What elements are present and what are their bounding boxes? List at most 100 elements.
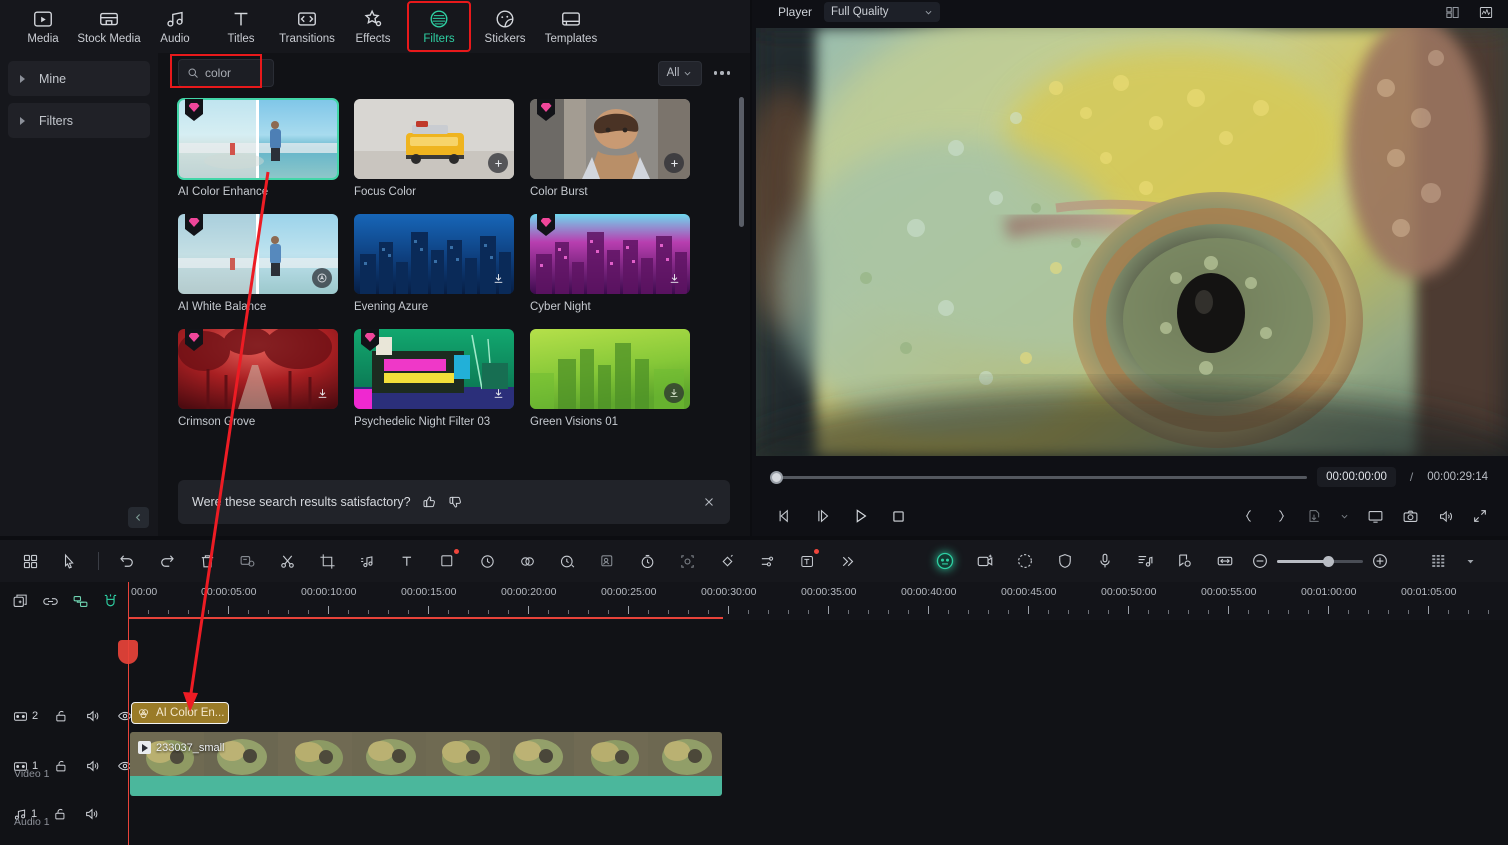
- apps-grid-icon[interactable]: [10, 544, 50, 578]
- crop-icon[interactable]: [307, 544, 347, 578]
- mute-icon[interactable]: [85, 708, 101, 724]
- sidebar-item-mine[interactable]: Mine: [8, 61, 150, 96]
- shield-icon[interactable]: [1045, 544, 1085, 578]
- nav-item-stickers[interactable]: Stickers: [474, 2, 536, 51]
- quality-dropdown[interactable]: Full Quality: [824, 2, 941, 22]
- lock-icon[interactable]: [54, 759, 69, 774]
- play-icon[interactable]: [852, 507, 870, 525]
- filter-type-dropdown[interactable]: All: [657, 60, 702, 86]
- snapshot-icon[interactable]: [1402, 508, 1419, 525]
- sidebar-item-filters[interactable]: Filters: [8, 103, 150, 138]
- record-icon[interactable]: [1005, 544, 1045, 578]
- mute-icon[interactable]: [84, 806, 100, 822]
- split-view-icon[interactable]: [227, 544, 267, 578]
- timeline-clip-video[interactable]: 233037_small: [130, 732, 722, 796]
- ai-tools-icon[interactable]: [547, 544, 587, 578]
- ai-text-icon[interactable]: [787, 544, 827, 578]
- zoom-slider-track[interactable]: [1277, 555, 1363, 567]
- download-filter-button[interactable]: [664, 383, 684, 403]
- group-icon[interactable]: [72, 593, 89, 610]
- seek-bar[interactable]: [770, 470, 1308, 484]
- stopwatch-icon[interactable]: [627, 544, 667, 578]
- mark-in-icon[interactable]: [1242, 507, 1256, 525]
- next-frame-icon[interactable]: [814, 507, 832, 525]
- filter-card-psychedelic-night-filter-03[interactable]: Psychedelic Night Filter 03: [354, 329, 514, 428]
- magnet-icon[interactable]: [102, 593, 119, 610]
- export-frame-icon[interactable]: [1306, 508, 1322, 524]
- mic-icon[interactable]: [1085, 544, 1125, 578]
- nav-item-media[interactable]: Media: [12, 2, 74, 51]
- filter-card-ai-color-enhance[interactable]: AI Color Enhance: [177, 98, 339, 198]
- speed-icon[interactable]: [467, 544, 507, 578]
- filter-card-focus-color[interactable]: Focus Color: [354, 99, 514, 198]
- chevron-down-icon[interactable]: [1340, 512, 1349, 521]
- zoom-slider-handle[interactable]: [1323, 555, 1334, 567]
- layout-grid-icon[interactable]: [1445, 5, 1460, 20]
- download-filter-button[interactable]: [664, 268, 684, 288]
- mask-icon[interactable]: [427, 544, 467, 578]
- fit-timeline-icon[interactable]: [1205, 544, 1245, 578]
- download-filter-button[interactable]: [488, 383, 508, 403]
- mute-icon[interactable]: [85, 758, 101, 774]
- download-filter-button[interactable]: [488, 268, 508, 288]
- stop-icon[interactable]: [890, 508, 907, 525]
- filter-card-evening-azure[interactable]: Evening Azure: [354, 214, 514, 313]
- collapse-panel-button[interactable]: [128, 507, 149, 528]
- seek-handle[interactable]: [770, 470, 783, 484]
- lock-icon[interactable]: [54, 709, 69, 724]
- zoom-in-icon[interactable]: [1371, 552, 1389, 570]
- results-scrollbar[interactable]: [739, 97, 744, 227]
- nav-item-stock-media[interactable]: Stock Media: [77, 2, 141, 51]
- scissors-icon[interactable]: [267, 544, 307, 578]
- timeline-playhead[interactable]: [118, 582, 138, 845]
- redo-icon[interactable]: [147, 544, 187, 578]
- screen-record-icon[interactable]: [1367, 508, 1384, 525]
- adjust-icon[interactable]: [747, 544, 787, 578]
- select-tool-icon[interactable]: [50, 544, 90, 578]
- ai-portrait-icon[interactable]: [925, 544, 965, 578]
- prev-frame-icon[interactable]: [776, 507, 794, 525]
- add-track-icon[interactable]: [12, 593, 29, 610]
- playhead-handle[interactable]: [118, 640, 138, 664]
- audio-mix-icon[interactable]: [1125, 544, 1165, 578]
- nav-item-templates[interactable]: Templates: [540, 2, 602, 51]
- undo-icon[interactable]: [107, 544, 147, 578]
- mark-out-icon[interactable]: [1274, 507, 1288, 525]
- nav-item-effects[interactable]: Effects: [342, 2, 404, 51]
- timeline-clip-filter[interactable]: AI Color En...: [131, 702, 229, 724]
- zoom-out-icon[interactable]: [1251, 552, 1269, 570]
- nav-item-audio[interactable]: Audio: [144, 2, 206, 51]
- download-filter-button[interactable]: [312, 383, 332, 403]
- filter-card-green-visions-01[interactable]: Green Visions 01: [530, 329, 690, 428]
- timeline-ruler[interactable]: 00:00 00:00:05:00 00:00:10:00 00:00:15:0…: [128, 582, 1508, 620]
- search-input[interactable]: color: [178, 59, 274, 87]
- audio-detach-icon[interactable]: [347, 544, 387, 578]
- nav-item-transitions[interactable]: Transitions: [276, 2, 338, 51]
- close-feedback-button[interactable]: [702, 495, 716, 509]
- delete-icon[interactable]: [187, 544, 227, 578]
- waveform-icon[interactable]: [1478, 5, 1494, 20]
- marker-icon[interactable]: [1165, 544, 1205, 578]
- nav-item-filters[interactable]: Filters: [407, 1, 471, 52]
- filter-card-crimson-grove[interactable]: Crimson Grove: [178, 329, 338, 428]
- smart-cutout-icon[interactable]: [587, 544, 627, 578]
- volume-icon[interactable]: [1437, 508, 1454, 525]
- color-match-icon[interactable]: [507, 544, 547, 578]
- thumbs-down-icon[interactable]: [447, 494, 463, 510]
- lock-icon[interactable]: [53, 807, 68, 822]
- ai-process-button[interactable]: [312, 268, 332, 288]
- nav-item-titles[interactable]: Titles: [210, 2, 272, 51]
- grid-view-icon[interactable]: [1419, 544, 1459, 578]
- link-icon[interactable]: [42, 593, 59, 610]
- ai-camera-icon[interactable]: [965, 544, 1005, 578]
- add-filter-button[interactable]: [664, 153, 684, 173]
- motion-track-icon[interactable]: [667, 544, 707, 578]
- filter-card-color-burst[interactable]: Color Burst: [530, 99, 690, 198]
- text-icon[interactable]: [387, 544, 427, 578]
- fullscreen-icon[interactable]: [1472, 508, 1488, 524]
- results-scroll-area[interactable]: AI Color Enhance Focus Color Color Burst…: [158, 93, 750, 481]
- video-preview[interactable]: [756, 28, 1508, 456]
- filter-card-cyber-night[interactable]: Cyber Night: [530, 214, 690, 313]
- thumbs-up-icon[interactable]: [421, 494, 437, 510]
- keyframe-icon[interactable]: [707, 544, 747, 578]
